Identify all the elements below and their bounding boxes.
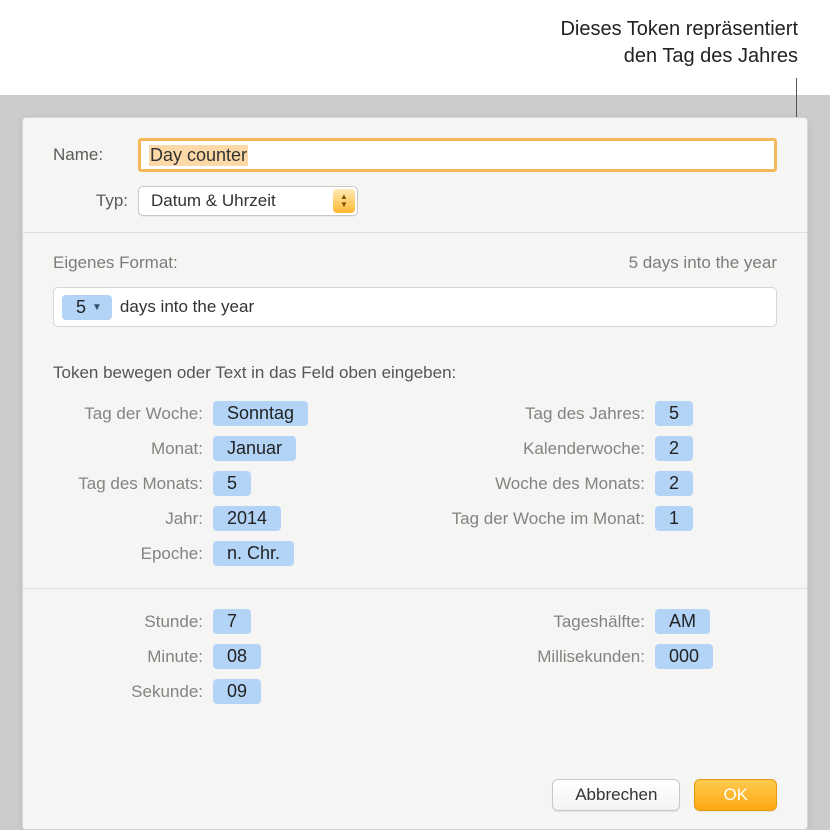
format-preview: 5 days into the year (629, 253, 777, 273)
token-year[interactable]: 2014 (213, 506, 281, 531)
format-trailing-text: days into the year (120, 297, 254, 317)
chevron-down-icon: ▼ (92, 302, 102, 313)
token-day-of-month[interactable]: 5 (213, 471, 251, 496)
annotation-text: Dieses Token repräsentiert den Tag des J… (560, 16, 798, 70)
format-token-day-of-year[interactable]: 5 ▼ (62, 295, 112, 320)
annotation-line2: den Tag des Jahres (624, 45, 798, 67)
time-tokens-section: Stunde:7 Minute:08 Sekunde:09 Tageshälft… (23, 588, 807, 726)
annotation-line1: Dieses Token repräsentiert (560, 18, 798, 40)
token-label-milliseconds: Millisekunden: (430, 647, 655, 667)
type-select-value: Datum & Uhrzeit (151, 191, 276, 211)
token-weekday-in-month[interactable]: 1 (655, 506, 693, 531)
token-label-weekday-in-month: Tag der Woche im Monat: (430, 509, 655, 529)
date-tokens-right-col: Tag des Jahres:5 Kalenderwoche:2 Woche d… (430, 401, 777, 576)
token-label-day-of-month: Tag des Monats: (53, 474, 213, 494)
name-input[interactable]: Day counter (138, 138, 777, 172)
token-label-month: Monat: (53, 439, 213, 459)
token-week-of-month[interactable]: 2 (655, 471, 693, 496)
date-tokens-left-col: Tag der Woche:Sonntag Monat:Januar Tag d… (53, 401, 400, 576)
header-section: Name: Day counter Typ: Datum & Uhrzeit ▲… (23, 118, 807, 232)
name-label: Name: (53, 145, 138, 165)
token-era[interactable]: n. Chr. (213, 541, 294, 566)
format-label: Eigenes Format: (53, 253, 178, 273)
format-field[interactable]: 5 ▼ days into the year (53, 287, 777, 327)
token-minute[interactable]: 08 (213, 644, 261, 669)
dropdown-stepper-icon: ▲▼ (333, 189, 355, 213)
ok-button[interactable]: OK (694, 779, 777, 811)
type-label: Typ: (53, 191, 138, 211)
token-hour[interactable]: 7 (213, 609, 251, 634)
token-label-minute: Minute: (53, 647, 213, 667)
token-label-era: Epoche: (53, 544, 213, 564)
format-section: Eigenes Format: 5 days into the year 5 ▼… (23, 232, 807, 339)
token-label-second: Sekunde: (53, 682, 213, 702)
name-input-value: Day counter (149, 145, 248, 166)
token-day-of-year[interactable]: 5 (655, 401, 693, 426)
custom-format-dialog: Name: Day counter Typ: Datum & Uhrzeit ▲… (22, 117, 808, 830)
token-label-hour: Stunde: (53, 612, 213, 632)
button-row: Abbrechen OK (552, 779, 777, 811)
token-label-day-of-year: Tag des Jahres: (430, 404, 655, 424)
annotation-callout: Dieses Token repräsentiert den Tag des J… (0, 0, 830, 95)
token-label-ampm: Tageshälfte: (430, 612, 655, 632)
token-month[interactable]: Januar (213, 436, 296, 461)
token-second[interactable]: 09 (213, 679, 261, 704)
format-token-value: 5 (76, 297, 86, 318)
instruction-text: Token bewegen oder Text in das Feld oben… (53, 363, 777, 383)
token-calendar-week[interactable]: 2 (655, 436, 693, 461)
token-weekday[interactable]: Sonntag (213, 401, 308, 426)
cancel-button[interactable]: Abbrechen (552, 779, 680, 811)
token-milliseconds[interactable]: 000 (655, 644, 713, 669)
token-label-calendar-week: Kalenderwoche: (430, 439, 655, 459)
token-label-week-of-month: Woche des Monats: (430, 474, 655, 494)
token-label-year: Jahr: (53, 509, 213, 529)
dialog-backdrop: Name: Day counter Typ: Datum & Uhrzeit ▲… (0, 95, 830, 830)
time-tokens-right-col: Tageshälfte:AM Millisekunden:000 (430, 609, 777, 714)
time-tokens-left-col: Stunde:7 Minute:08 Sekunde:09 (53, 609, 400, 714)
type-select[interactable]: Datum & Uhrzeit ▲▼ (138, 186, 358, 216)
token-label-weekday: Tag der Woche: (53, 404, 213, 424)
date-tokens-section: Token bewegen oder Text in das Feld oben… (23, 339, 807, 588)
token-ampm[interactable]: AM (655, 609, 710, 634)
